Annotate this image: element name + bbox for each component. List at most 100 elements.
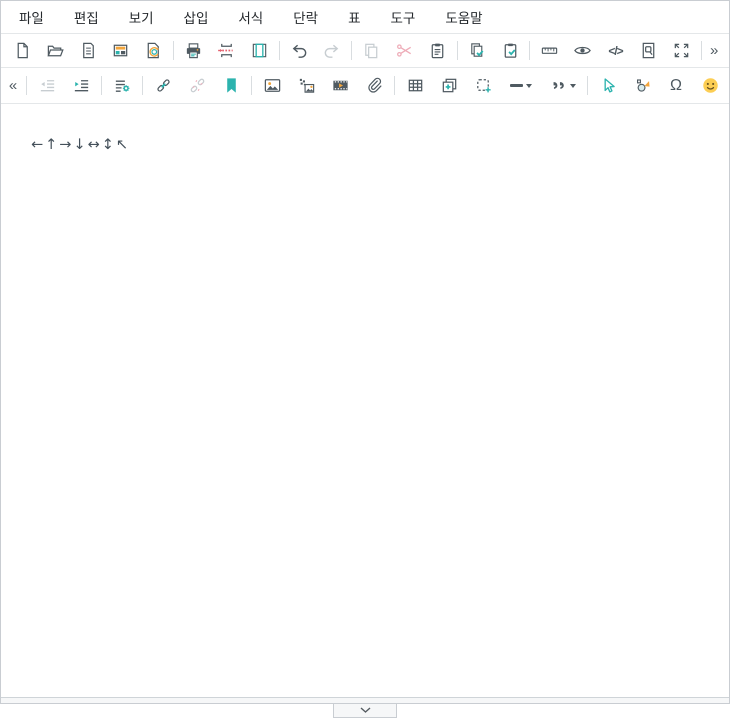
indent-button[interactable] [64,71,98,100]
menu-insert[interactable]: 삽입 [169,1,224,33]
open-file-button[interactable] [39,36,72,65]
indent-icon [72,76,91,95]
page-break-icon [217,41,236,60]
special-character-button[interactable]: Ω [659,71,693,100]
paste-formatted-icon [468,41,487,60]
outdent-icon [38,76,57,95]
menu-paragraph[interactable]: 단락 [278,1,333,33]
separator [142,76,143,95]
omega-icon: Ω [670,78,682,94]
editable-content-area[interactable]: ←↑→↓↔↕↖ [1,104,729,697]
image-button[interactable] [255,71,289,100]
ruler-button[interactable] [533,36,566,65]
paste-formatted-button[interactable] [461,36,494,65]
fullscreen-icon [672,41,691,60]
paragraph-text: ←↑→↓↔↕↖ [31,137,130,153]
restore-document-icon [144,41,163,60]
fullscreen-button[interactable] [665,36,698,65]
page-break-button[interactable] [210,36,243,65]
copy-button[interactable] [355,36,388,65]
emoticon-button[interactable] [693,71,727,100]
add-layer-button[interactable] [432,71,466,100]
new-document-button[interactable] [6,36,39,65]
menubar: 파일 편집 보기 삽입 서식 단락 표 도구 도움말 [1,1,729,34]
separator [394,76,395,95]
separator [587,76,588,95]
print-area-icon [250,41,269,60]
more-toolbar-button[interactable]: » [705,36,724,65]
menu-file[interactable]: 파일 [4,1,59,33]
cursor-pointer-icon [599,76,618,95]
paste-icon [428,41,447,60]
image-icon [263,76,282,95]
separator [529,41,530,60]
draw-shape-button[interactable] [625,71,659,100]
template-button[interactable] [104,36,137,65]
draw-shape-icon [633,76,652,95]
paste-cleanup-button[interactable] [494,36,527,65]
add-layer-icon [440,76,459,95]
separator [279,41,280,60]
chevron-double-left-icon: « [9,78,17,93]
bookmark-icon [222,76,241,95]
separator [701,41,702,60]
horizontal-line-button[interactable] [500,71,542,100]
menu-table[interactable]: 표 [333,1,375,33]
blockquote-button[interactable] [542,71,584,100]
print-icon [184,41,203,60]
print-area-button[interactable] [243,36,276,65]
new-document-icon [13,41,32,60]
editor-frame: 파일 편집 보기 삽입 서식 단락 표 도구 도움말 [0,0,730,704]
dropdown-caret-icon [570,84,576,88]
print-button[interactable] [177,36,210,65]
restore-document-button[interactable] [137,36,170,65]
collapse-toolbar-button[interactable]: « [3,71,23,100]
paste-button[interactable] [421,36,454,65]
dropdown-caret-icon [526,84,532,88]
undo-button[interactable] [283,36,316,65]
document-text-icon [79,41,98,60]
toolbar-primary: </> » [1,34,729,68]
cut-icon [395,41,414,60]
ruler-icon [540,41,559,60]
pointer-button[interactable] [591,71,625,100]
separator [351,41,352,60]
menu-edit[interactable]: 편집 [59,1,114,33]
eye-icon [573,41,592,60]
link-button[interactable] [146,71,180,100]
menu-view[interactable]: 보기 [114,1,169,33]
source-code-button[interactable]: </> [599,36,632,65]
copy-icon [362,41,381,60]
outdent-button[interactable] [30,71,64,100]
separator [173,41,174,60]
unlink-button[interactable] [180,71,214,100]
preview-button[interactable] [566,36,599,65]
horizontal-line-icon [510,84,523,87]
redo-button[interactable] [315,36,348,65]
separator [251,76,252,95]
resize-handle-button[interactable] [333,703,397,718]
selection-add-icon [474,76,493,95]
menu-help[interactable]: 도움말 [430,1,497,33]
smiley-icon [701,76,720,95]
menu-tools[interactable]: 도구 [375,1,430,33]
document-text-button[interactable] [72,36,105,65]
separator [457,41,458,60]
table-button[interactable] [398,71,432,100]
undo-icon [290,41,309,60]
table-grid-icon [406,76,425,95]
attachment-button[interactable] [357,71,391,100]
bookmark-button[interactable] [214,71,248,100]
open-folder-icon [46,41,65,60]
media-button[interactable] [323,71,357,100]
list-settings-icon [113,76,132,95]
separator [26,76,27,95]
cut-button[interactable] [388,36,421,65]
menu-format[interactable]: 서식 [223,1,278,33]
search-preview-button[interactable] [632,36,665,65]
selection-add-button[interactable] [466,71,500,100]
link-icon [154,76,173,95]
media-icon [331,76,350,95]
image-gallery-button[interactable] [289,71,323,100]
list-settings-button[interactable] [105,71,139,100]
